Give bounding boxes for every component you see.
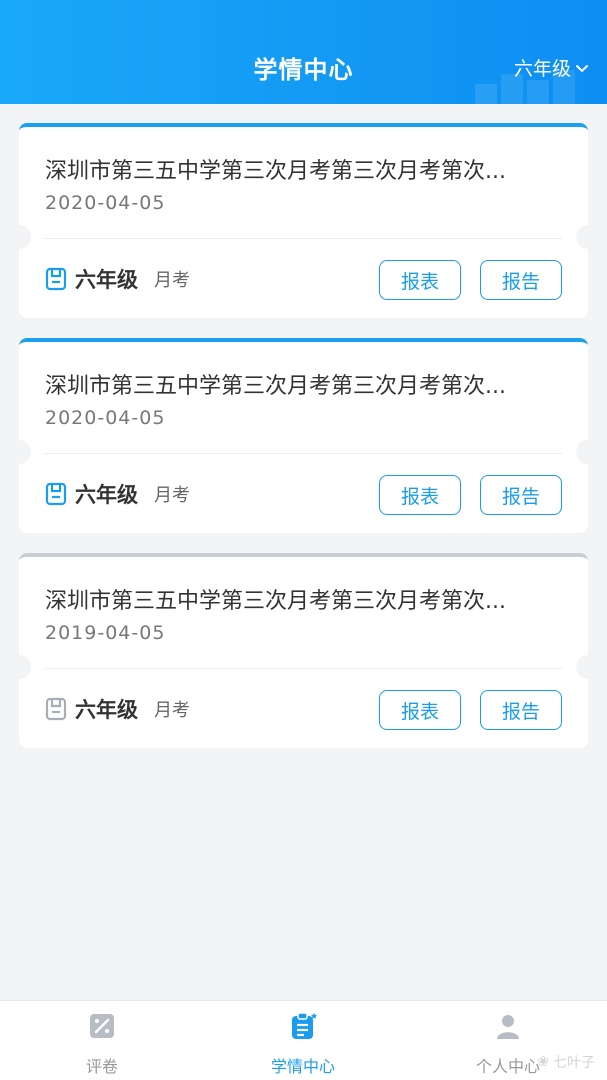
exam-grade: 六年级 (75, 483, 138, 507)
grade-select-label: 六年级 (513, 58, 571, 80)
tab-grading[interactable]: 评卷 (32, 1011, 172, 1077)
report-table-button[interactable]: 报表 (379, 690, 461, 730)
document-icon (45, 482, 67, 506)
exam-type: 月考 (154, 270, 190, 291)
divider (45, 238, 562, 239)
watermark: ❀ 七叶子 (537, 1052, 595, 1072)
person-icon (497, 1015, 519, 1039)
bottom-tab-bar: 评卷 学情中心 个人中心 ❀ 七叶子 (0, 1000, 607, 1080)
watermark-text: 七叶子 (553, 1055, 595, 1071)
tab-label: 评卷 (85, 1057, 118, 1076)
grading-icon (90, 1014, 114, 1038)
exam-grade: 六年级 (75, 698, 138, 722)
divider (45, 453, 562, 454)
chevron-down-icon (576, 64, 588, 72)
app-header: 学情中心 六年级 (0, 0, 607, 104)
exam-type: 月考 (154, 700, 190, 721)
leaf-icon: ❀ (537, 1054, 549, 1070)
document-icon (45, 267, 67, 291)
exam-card[interactable]: 深圳市第三五中学第三次月考第三次月考第次... 2019-04-05 六年级 月… (7, 553, 600, 748)
exam-type: 月考 (154, 485, 190, 506)
document-icon (45, 697, 67, 721)
exam-title: 深圳市第三五中学第三次月考第三次月考第次... (45, 374, 506, 399)
report-button[interactable]: 报告 (480, 475, 562, 515)
report-table-button[interactable]: 报表 (379, 260, 461, 300)
exam-title: 深圳市第三五中学第三次月考第三次月考第次... (45, 589, 506, 614)
report-table-button[interactable]: 报表 (379, 475, 461, 515)
exam-date: 2019-04-05 (45, 622, 166, 644)
exam-meta: 六年级 月考 (45, 264, 190, 294)
exam-record-list: 深圳市第三五中学第三次月考第三次月考第次... 2020-04-05 六年级 月… (7, 123, 600, 768)
tab-label: 学情中心 (270, 1057, 335, 1076)
clipboard-icon (292, 1012, 317, 1039)
grade-select[interactable]: 六年级 (514, 54, 589, 81)
exam-card[interactable]: 深圳市第三五中学第三次月考第三次月考第次... 2020-04-05 六年级 月… (7, 123, 600, 318)
report-button[interactable]: 报告 (480, 690, 562, 730)
exam-grade: 六年级 (75, 268, 138, 292)
exam-meta: 六年级 月考 (45, 694, 190, 724)
divider (45, 668, 562, 669)
exam-date: 2020-04-05 (45, 192, 166, 214)
exam-date: 2020-04-05 (45, 407, 166, 429)
exam-meta: 六年级 月考 (45, 479, 190, 509)
exam-card[interactable]: 深圳市第三五中学第三次月考第三次月考第次... 2020-04-05 六年级 月… (7, 338, 600, 533)
tab-learning-center[interactable]: 学情中心 (233, 1011, 373, 1077)
report-button[interactable]: 报告 (480, 260, 562, 300)
exam-title: 深圳市第三五中学第三次月考第三次月考第次... (45, 159, 506, 184)
